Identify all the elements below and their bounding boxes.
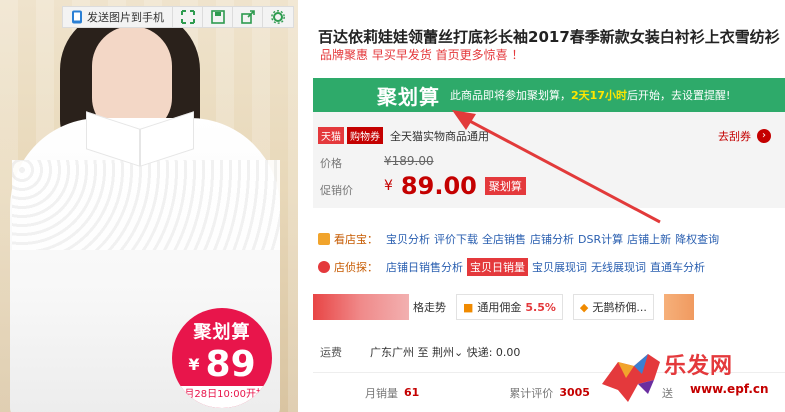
lion-logo-icon bbox=[602, 354, 660, 402]
tool-link[interactable]: 店铺日销售分析 bbox=[386, 259, 463, 275]
shipping-from: 广东广州 bbox=[370, 346, 414, 359]
shipping-row: 运费 广东广州 至 荆州⌄ 快递: 0.00 bbox=[320, 344, 520, 360]
reviews-value: 3005 bbox=[559, 386, 590, 399]
diantanshu-label: 店侦探： bbox=[334, 261, 378, 274]
price-trend-button[interactable]: 格走势 bbox=[313, 294, 446, 320]
detective-icon bbox=[318, 261, 330, 273]
tool-link-selected[interactable]: 宝贝日销量 bbox=[467, 258, 528, 276]
shipping-to-word: 至 bbox=[417, 346, 429, 359]
seller-tools: 看店宝： 宝贝分析 评价下载 全店销售 店铺分析 DSR计算 店铺上新 降权查询… bbox=[318, 228, 719, 278]
commission-button[interactable]: ■ 通用佣金 5.5% bbox=[456, 294, 563, 320]
watermark: 乐发网 www.epf.cn bbox=[598, 344, 785, 412]
shipping-to: 荆州 bbox=[432, 346, 454, 359]
tool-link[interactable]: 全店销售 bbox=[482, 231, 526, 247]
commission-label: 通用佣金 bbox=[477, 301, 522, 314]
kandianbao-row: 看店宝： 宝贝分析 评价下载 全店销售 店铺分析 DSR计算 店铺上新 降权查询 bbox=[318, 228, 719, 250]
bridge-commission-button[interactable]: ◆ 无鹊桥佣... bbox=[572, 294, 654, 320]
tool-link[interactable]: 宝贝展现词 bbox=[532, 259, 587, 275]
tool-link[interactable]: 店铺上新 bbox=[627, 231, 671, 247]
shipping-label: 运费 bbox=[320, 346, 342, 359]
promo-tools-bar: 格走势 ■ 通用佣金 5.5% ◆ 无鹊桥佣... bbox=[313, 292, 713, 322]
tool-link[interactable]: 直通车分析 bbox=[650, 259, 705, 275]
commission-value: 5.5% bbox=[525, 300, 556, 314]
blurred-area bbox=[663, 294, 694, 320]
price-trend-label: 格走势 bbox=[413, 301, 446, 314]
tool-link[interactable]: 无线展现词 bbox=[591, 259, 646, 275]
tool-link[interactable]: 降权查询 bbox=[675, 231, 719, 247]
bridge-commission-label: 无鹊桥佣... bbox=[592, 301, 647, 314]
watermark-text: 乐发网 bbox=[664, 354, 734, 379]
tool-link[interactable]: 宝贝分析 bbox=[386, 231, 430, 247]
commission-icon: ■ bbox=[463, 300, 474, 314]
tool-link[interactable]: 评价下载 bbox=[434, 231, 478, 247]
shipping-fee: 快递: 0.00 bbox=[466, 346, 521, 359]
monthly-sales-label: 月销量 bbox=[365, 386, 398, 400]
monthly-sales-value: 61 bbox=[404, 386, 420, 399]
shipping-route[interactable]: 广东广州 至 荆州⌄ 快递: 0.00 bbox=[370, 344, 520, 360]
diantanshu-row: 店侦探： 店铺日销售分析 宝贝日销量 宝贝展现词 无线展现词 直通车分析 bbox=[318, 256, 719, 278]
kandianbao-icon bbox=[318, 233, 330, 245]
tool-link[interactable]: DSR计算 bbox=[578, 231, 623, 247]
watermark-url: www.epf.cn bbox=[690, 382, 769, 396]
blurred-area bbox=[313, 294, 409, 320]
tool-link[interactable]: 店铺分析 bbox=[530, 231, 574, 247]
tag-icon: ◆ bbox=[579, 300, 589, 314]
reviews-label[interactable]: 累计评价 bbox=[509, 385, 553, 401]
kandianbao-label: 看店宝： bbox=[334, 233, 378, 246]
